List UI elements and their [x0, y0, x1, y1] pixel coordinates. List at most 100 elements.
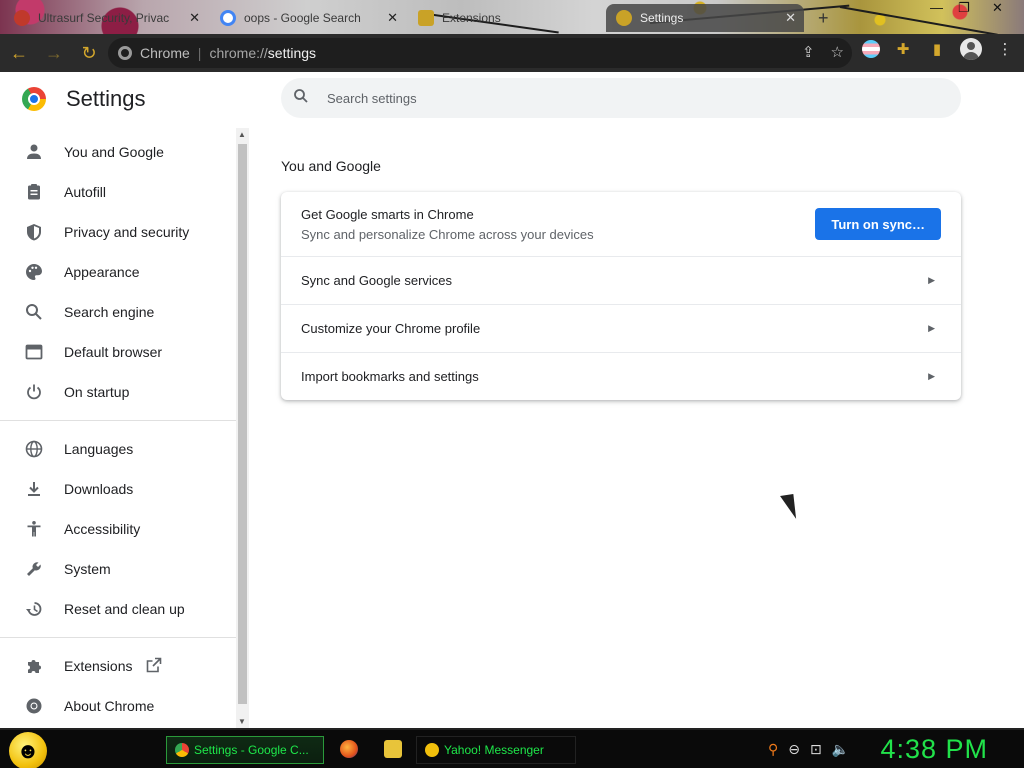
theme-scratch	[839, 6, 998, 34]
back-button[interactable]: ←	[3, 37, 35, 69]
sidebar-item-label: Default browser	[64, 344, 163, 360]
sidebar-item-default-browser[interactable]: Default browser	[0, 332, 236, 372]
chrome-icon	[22, 694, 46, 718]
sidebar-item-accessibility[interactable]: Accessibility	[0, 509, 236, 549]
folder-icon[interactable]	[384, 740, 402, 758]
ultrasurf-favicon-icon	[14, 10, 30, 26]
firefox-icon[interactable]	[340, 740, 358, 758]
sidebar-item-label: Appearance	[64, 264, 140, 280]
row-label: Import bookmarks and settings	[301, 369, 479, 384]
scroll-up-icon[interactable]: ▲	[238, 130, 246, 139]
settings-search[interactable]	[281, 78, 961, 118]
volume-icon[interactable]: 🔈	[832, 741, 849, 758]
sidebar-item-appearance[interactable]: Appearance	[0, 252, 236, 292]
power-icon	[22, 380, 46, 404]
address-bar[interactable]: Chrome | chrome://settings ⇪ ☆	[108, 38, 852, 68]
close-icon[interactable]: ✕	[785, 10, 796, 26]
puzzle-favicon-icon	[418, 10, 434, 26]
tab-title: Extensions	[442, 11, 501, 25]
sidebar-item-reset[interactable]: Reset and clean up	[0, 589, 236, 629]
sidebar-item-extensions[interactable]: Extensions	[0, 646, 236, 686]
tab-title: Ultrasurf Security, Privac	[38, 11, 170, 25]
sidebar-item-label: Downloads	[64, 481, 134, 497]
omnibox-site-label: Chrome	[140, 45, 190, 61]
close-window-button[interactable]: ✕	[992, 0, 1003, 16]
settings-row-import-bookmarks[interactable]: Import bookmarks and settings ▶	[281, 352, 961, 400]
puzzle-icon	[22, 654, 46, 678]
clipboard-icon	[22, 180, 46, 204]
start-smiley-icon[interactable]: ☻	[9, 732, 47, 768]
sidebar-item-label: System	[64, 561, 111, 577]
sidebar-item-search-engine[interactable]: Search engine	[0, 292, 236, 332]
side-panel-icon[interactable]: ▮	[926, 38, 948, 60]
sidebar-item-label: You and Google	[64, 144, 164, 160]
sidebar-item-system[interactable]: System	[0, 549, 236, 589]
reload-button[interactable]: ↻	[73, 37, 105, 69]
history-icon	[22, 597, 46, 621]
google-favicon-icon	[220, 10, 236, 26]
scrollbar-thumb[interactable]	[238, 144, 247, 704]
wrench-icon	[22, 557, 46, 581]
sidebar-scrollbar[interactable]: ▲ ▼	[236, 128, 249, 728]
search-input[interactable]	[327, 90, 927, 106]
tab-settings[interactable]: Settings ✕	[606, 4, 804, 32]
system-tray: ⚲ ⊖ ⊡ 🔈	[768, 741, 849, 758]
minus-circle-icon[interactable]: ⊖	[788, 741, 800, 758]
search-icon	[293, 88, 313, 108]
sidebar-item-autofill[interactable]: Autofill	[0, 172, 236, 212]
settings-row-customize-profile[interactable]: Customize your Chrome profile ▶	[281, 304, 961, 352]
gear-favicon-icon	[616, 10, 632, 26]
omnibox-url-prefix: chrome://	[209, 45, 268, 61]
globe-icon	[22, 437, 46, 461]
reload-icon: ↻	[81, 42, 97, 63]
profile-flag-icon[interactable]	[862, 40, 880, 58]
taskbar: ☻ Settings - Google C... Yahoo! Messenge…	[0, 728, 1024, 768]
chevron-right-icon: ▶	[928, 275, 935, 285]
row-label: Sync and Google services	[301, 273, 453, 288]
tab-extensions[interactable]: Extensions	[408, 4, 604, 32]
sidebar-item-about-chrome[interactable]: About Chrome	[0, 686, 236, 726]
arrow-right-icon: →	[45, 42, 63, 63]
sidebar-divider	[0, 420, 236, 421]
new-tab-button[interactable]: +	[818, 8, 829, 29]
close-icon[interactable]: ✕	[387, 10, 398, 26]
tab-google-search[interactable]: oops - Google Search ✕	[210, 4, 406, 32]
sidebar-item-label: Languages	[64, 441, 134, 457]
close-icon[interactable]: ✕	[189, 10, 200, 26]
bookmark-star-icon[interactable]: ☆	[831, 43, 844, 61]
yahoo-smiley-icon	[425, 743, 439, 757]
sidebar-item-label: About Chrome	[64, 698, 155, 714]
search-tray-icon[interactable]: ⚲	[768, 741, 778, 758]
sidebar-item-downloads[interactable]: Downloads	[0, 469, 236, 509]
turn-on-sync-button[interactable]: Turn on sync…	[815, 208, 941, 240]
minimize-button[interactable]: —	[930, 0, 943, 15]
forward-button[interactable]: →	[38, 37, 70, 69]
taskbar-item-yahoo-messenger[interactable]: Yahoo! Messenger	[416, 736, 576, 764]
sync-promo-row: Get Google smarts in Chrome Sync and per…	[281, 192, 961, 256]
tab-title: oops - Google Search	[244, 11, 361, 25]
extensions-puzzle-icon[interactable]: ✚	[892, 38, 914, 60]
share-icon[interactable]: ⇪	[802, 43, 815, 61]
sidebar-item-languages[interactable]: Languages	[0, 429, 236, 469]
taskbar-item-chrome[interactable]: Settings - Google C...	[166, 736, 324, 764]
shield-icon	[22, 220, 46, 244]
menu-kebab-icon[interactable]: ⋮	[994, 38, 1016, 60]
maximize-button[interactable]: ❐	[958, 0, 970, 16]
taskbar-clock[interactable]: 4:38 PM	[880, 734, 988, 765]
tab-ultrasurf[interactable]: Ultrasurf Security, Privac ✕	[4, 4, 208, 32]
network-icon[interactable]: ⊡	[810, 741, 822, 758]
arrow-left-icon: ←	[10, 42, 28, 63]
accessibility-icon	[22, 517, 46, 541]
tab-title: Settings	[640, 11, 684, 25]
scroll-down-icon[interactable]: ▼	[238, 717, 246, 726]
sidebar-item-you-and-google[interactable]: You and Google	[0, 132, 236, 172]
profile-avatar-icon[interactable]	[960, 38, 982, 60]
settings-row-sync-services[interactable]: Sync and Google services ▶	[281, 256, 961, 304]
sidebar-item-privacy[interactable]: Privacy and security	[0, 212, 236, 252]
sync-promo-heading: Get Google smarts in Chrome	[301, 206, 474, 222]
sidebar-divider	[0, 637, 236, 638]
sidebar-item-on-startup[interactable]: On startup	[0, 372, 236, 412]
chrome-taskbar-icon	[175, 743, 189, 757]
tab-strip: Ultrasurf Security, Privac ✕ oops - Goog…	[0, 0, 1024, 34]
settings-page: Settings You and Google Autofill Privacy…	[0, 72, 1024, 728]
